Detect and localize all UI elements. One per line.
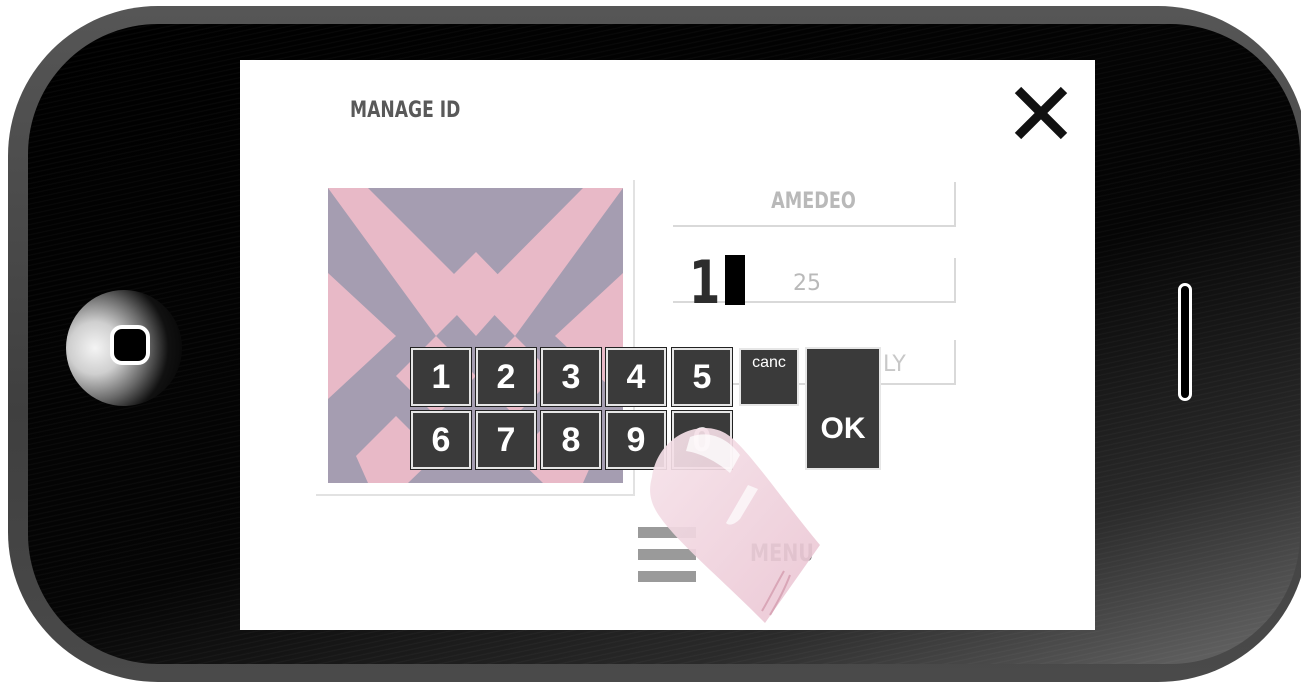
keypad-key-7[interactable]: 7 (476, 411, 536, 469)
keypad-key-3[interactable]: 3 (541, 348, 601, 406)
side-speaker (1178, 283, 1192, 401)
app-screen: MANAGE ID AMEDEO 1 25 LY 1 2 3 4 5 canc … (240, 60, 1095, 630)
language-value: LY (883, 352, 906, 377)
cancel-button[interactable]: canc (739, 348, 799, 406)
menu-button[interactable]: MENU (638, 525, 868, 585)
ok-button[interactable]: OK (805, 347, 881, 470)
keypad-key-1[interactable]: 1 (411, 348, 471, 406)
keypad-key-2[interactable]: 2 (476, 348, 536, 406)
keypad-key-9[interactable]: 9 (606, 411, 666, 469)
text-cursor (725, 255, 745, 305)
keypad-key-8[interactable]: 8 (541, 411, 601, 469)
page-title: MANAGE ID (350, 98, 461, 123)
keypad-key-0[interactable]: 0 (672, 411, 732, 469)
close-icon[interactable] (1008, 80, 1074, 146)
home-button[interactable] (66, 290, 182, 406)
name-field[interactable]: AMEDEO (673, 182, 956, 227)
keypad-key-4[interactable]: 4 (606, 348, 666, 406)
avatar-frame-divider (316, 494, 635, 496)
age-field[interactable]: 1 25 (673, 248, 956, 318)
name-value: AMEDEO (771, 189, 856, 214)
hamburger-icon (638, 525, 696, 585)
menu-label: MENU (750, 539, 814, 567)
keypad-key-6[interactable]: 6 (411, 411, 471, 469)
entered-digit: 1 (689, 248, 721, 318)
home-square-icon (110, 325, 150, 365)
age-value: 25 (793, 271, 821, 296)
keypad-key-5[interactable]: 5 (672, 348, 732, 406)
